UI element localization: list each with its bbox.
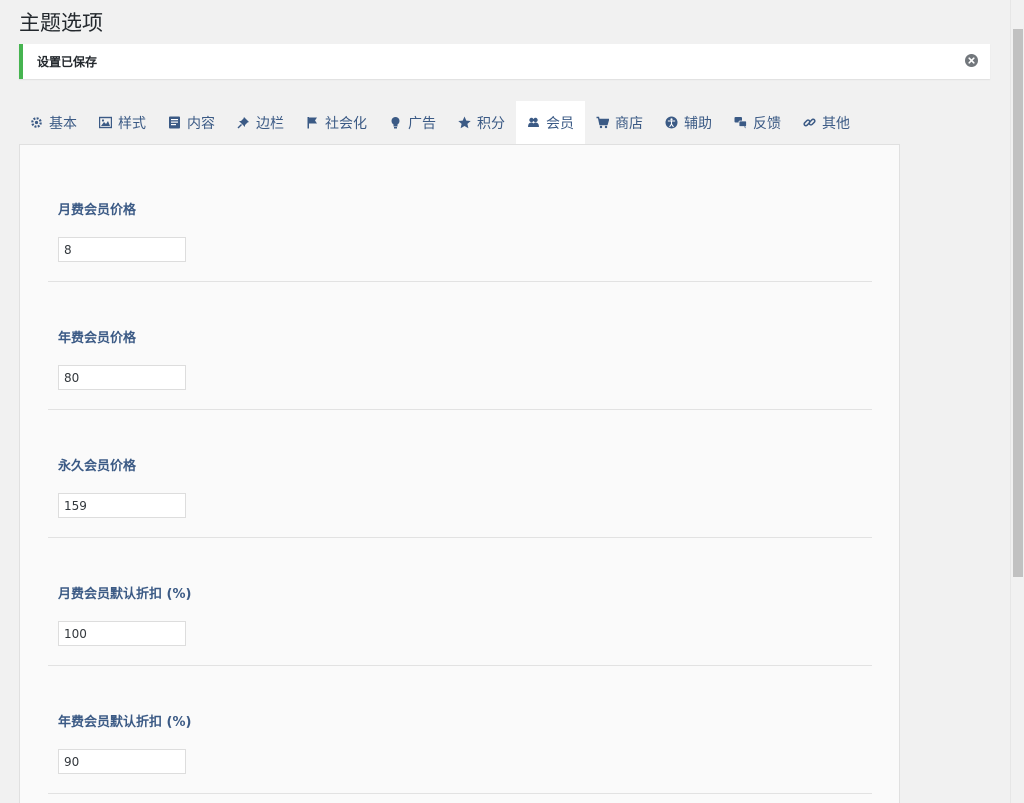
tab-label: 积分: [477, 115, 505, 132]
users-icon: [527, 116, 540, 129]
tab-other[interactable]: 其他: [792, 101, 861, 144]
monthly-price-input[interactable]: [58, 237, 186, 262]
tab-shop[interactable]: 商店: [585, 101, 654, 144]
tab-label: 辅助: [684, 115, 712, 132]
field-label: 年费会员价格: [58, 331, 137, 346]
tab-label: 商店: [615, 115, 643, 132]
settings-saved-notice: 设置已保存: [19, 44, 990, 79]
tab-assist[interactable]: 辅助: [654, 101, 723, 144]
tab-content[interactable]: 内容: [157, 101, 226, 144]
tab-label: 内容: [187, 115, 215, 132]
tab-membership[interactable]: 会员: [516, 101, 585, 144]
field-label: 月费会员价格: [58, 203, 137, 218]
tab-style[interactable]: 样式: [88, 101, 157, 144]
monthly-discount-input[interactable]: [58, 621, 186, 646]
lightbulb-icon: [389, 116, 402, 129]
field-label: 永久会员价格: [58, 459, 137, 474]
tab-feedback[interactable]: 反馈: [723, 101, 792, 144]
field-monthly-price: 月费会员价格: [48, 154, 872, 282]
field-yearly-discount: 年费会员默认折扣 (%): [48, 666, 872, 794]
tab-label: 反馈: [753, 115, 781, 132]
notice-text: 设置已保存: [37, 55, 98, 69]
page-title: 主题选项: [19, 11, 103, 35]
membership-settings-panel: 月费会员价格 年费会员价格 永久会员价格 月费会员默认折扣 (%) 年费会员默认…: [19, 144, 900, 803]
document-icon: [168, 116, 181, 129]
tab-label: 广告: [408, 115, 436, 132]
star-icon: [458, 116, 471, 129]
tab-points[interactable]: 积分: [447, 101, 516, 144]
image-icon: [99, 116, 112, 129]
theme-options-page: 主题选项 设置已保存 基本 样式 内容 边栏 社会化 广告 积分 会员 商店 辅…: [0, 0, 1024, 803]
dismiss-icon[interactable]: [965, 54, 978, 67]
tab-social[interactable]: 社会化: [295, 101, 378, 144]
tab-label: 会员: [546, 115, 574, 132]
scrollbar-thumb[interactable]: [1013, 29, 1023, 577]
pin-icon: [237, 116, 250, 129]
tab-sidebar[interactable]: 边栏: [226, 101, 295, 144]
comments-icon: [734, 116, 747, 129]
tab-label: 边栏: [256, 115, 284, 132]
field-yearly-price: 年费会员价格: [48, 282, 872, 410]
tab-label: 其他: [822, 115, 850, 132]
field-label: 月费会员默认折扣 (%): [58, 587, 192, 602]
field-label: 年费会员默认折扣 (%): [58, 715, 192, 730]
accessibility-icon: [665, 116, 678, 129]
tab-label: 社会化: [325, 115, 367, 132]
yearly-discount-input[interactable]: [58, 749, 186, 774]
options-tabs: 基本 样式 内容 边栏 社会化 广告 积分 会员 商店 辅助 反馈 其他: [19, 101, 861, 144]
lifetime-price-input[interactable]: [58, 493, 186, 518]
cart-icon: [596, 116, 609, 129]
tab-basic[interactable]: 基本: [19, 101, 88, 144]
flag-icon: [306, 116, 319, 129]
gear-icon: [30, 116, 43, 129]
link-icon: [803, 116, 816, 129]
yearly-price-input[interactable]: [58, 365, 186, 390]
field-monthly-discount: 月费会员默认折扣 (%): [48, 538, 872, 666]
tab-ads[interactable]: 广告: [378, 101, 447, 144]
tab-label: 样式: [118, 115, 146, 132]
field-lifetime-price: 永久会员价格: [48, 410, 872, 538]
tab-label: 基本: [49, 115, 77, 132]
page-scrollbar[interactable]: [1010, 0, 1024, 803]
